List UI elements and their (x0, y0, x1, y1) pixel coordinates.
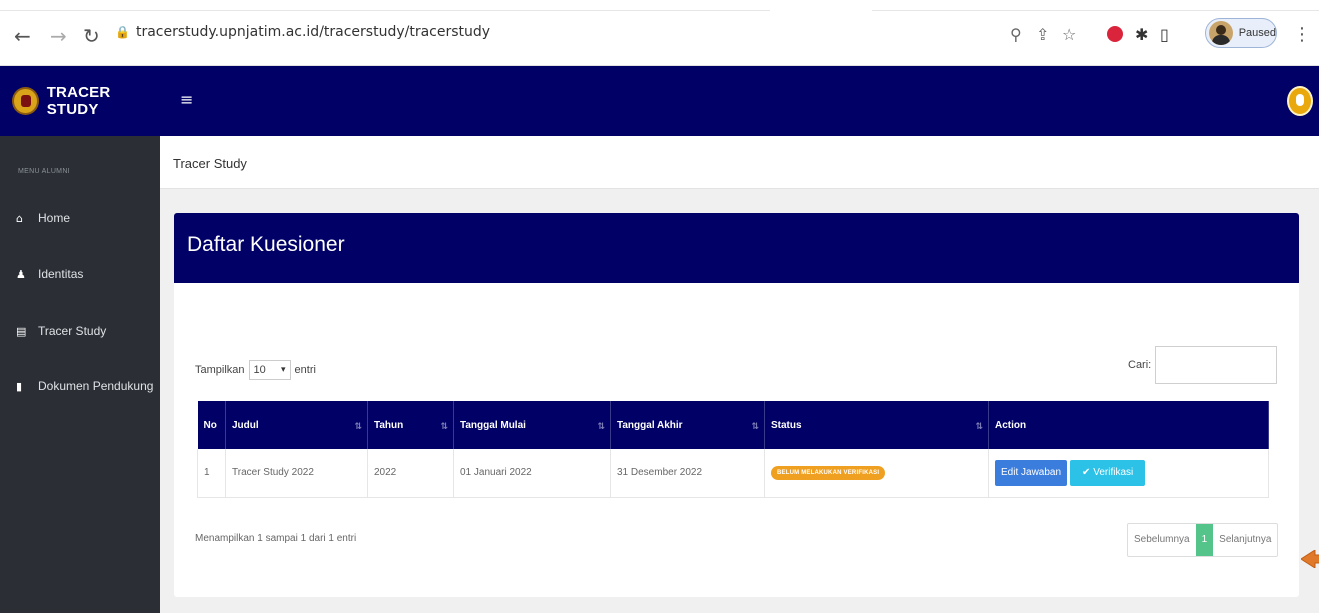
sidebar-item-label: Tracer Study (38, 324, 107, 338)
brand[interactable]: TRACER STUDY (0, 66, 160, 136)
sidebar-item-dokumen-pendukung[interactable]: ▮ Dokumen Pendukung (16, 379, 153, 393)
forward-icon[interactable]: → (50, 26, 67, 46)
sort-icon: ⇅ (440, 422, 448, 432)
sidebar-menu-header: MENU ALUMNI (18, 168, 70, 175)
show-entries: Tampilkan 10 ▾ entri (195, 360, 316, 380)
app-header: TRACER STUDY ≡ (0, 66, 1319, 136)
search-input[interactable] (1155, 346, 1278, 384)
sidebar-item-tracer-study[interactable]: ▤ Tracer Study (16, 324, 106, 338)
edit-answer-button[interactable]: Edit Jawaban (995, 459, 1068, 486)
entries-per-page-value: 10 (253, 364, 266, 376)
pagination-page-1[interactable]: 1 (1195, 524, 1214, 556)
profile-button[interactable]: Paused (1205, 18, 1277, 48)
table-header-row: No Judul ⇅ Tahun ⇅ Tanggal Mulai ⇅ Tanggal … (197, 401, 1269, 449)
pagination-next[interactable]: Selanjutnya (1213, 524, 1277, 556)
sort-icon: ⇅ (975, 422, 983, 432)
card-title: Daftar Kuesioner (187, 233, 345, 256)
profile-avatar (1209, 21, 1233, 45)
book-icon: ▮ (16, 379, 23, 393)
verify-button-label: Verifikasi (1093, 466, 1134, 478)
cell-judul: Tracer Study 2022 (225, 449, 368, 498)
column-header-tahun[interactable]: Tahun ⇅ (367, 401, 454, 449)
pagination-previous[interactable]: Sebelumnya (1128, 524, 1196, 556)
breadcrumb-bar: Tracer Study (160, 136, 1319, 189)
check-icon: ✔ (1082, 466, 1094, 478)
cell-status: BELUM MELAKUKAN VERIFIKASI (764, 449, 989, 498)
share-icon[interactable]: ⇪ (1036, 26, 1049, 44)
status-badge: BELUM MELAKUKAN VERIFIKASI (771, 465, 886, 480)
tab-strip-divider (0, 10, 1319, 11)
column-header-judul[interactable]: Judul ⇅ (225, 401, 368, 449)
show-entries-prefix: Tampilkan (195, 364, 245, 376)
reload-icon[interactable]: ↻ (83, 26, 100, 46)
table-info: Menampilkan 1 sampai 1 dari 1 entri (195, 533, 357, 544)
extension-stop-icon[interactable] (1107, 26, 1123, 42)
questionnaire-card: Daftar Kuesioner Tampilkan 10 ▾ entri Ca… (174, 213, 1319, 597)
sidebar-item-label: Home (38, 211, 71, 225)
user-icon: ♟ (16, 267, 26, 281)
card-header: Daftar Kuesioner (174, 213, 1299, 283)
hamburger-menu-icon[interactable]: ≡ (180, 90, 193, 109)
app-title: TRACER STUDY (46, 84, 111, 118)
browser-menu-icon[interactable]: ⋮ (1293, 24, 1311, 45)
url-text: tracerstudy.upnjatim.ac.id/tracerstudy/t… (135, 24, 491, 40)
sidebar-item-identitas[interactable]: ♟ Identitas (16, 267, 83, 281)
main-content: Tracer Study Daftar Kuesioner Tampilkan … (160, 136, 1319, 613)
home-icon: ⌂ (16, 211, 23, 225)
browser-toolbar: ← → ↻ 🔒 tracerstudy.upnjatim.ac.id/tracer… (0, 0, 1319, 66)
side-panel-icon[interactable]: ▯ (1160, 26, 1169, 44)
cell-action: Edit Jawaban ✔ Verifikasi (988, 449, 1269, 498)
pagination: Sebelumnya 1 Selanjutnya (1127, 523, 1279, 557)
sort-icon: ⇅ (597, 422, 605, 432)
cell-tahun: 2022 (367, 449, 454, 498)
column-header-tanggal-mulai[interactable]: Tanggal Mulai ⇅ (453, 401, 611, 449)
zoom-icon[interactable]: ⚲ (1010, 26, 1022, 44)
lock-icon: 🔒 (115, 25, 130, 39)
active-tab-gap (770, 9, 872, 12)
cell-tanggal-mulai: 01 Januari 2022 (453, 449, 611, 498)
chevron-down-icon: ▾ (281, 365, 286, 375)
address-bar[interactable]: 🔒 tracerstudy.upnjatim.ac.id/tracerstudy/… (115, 24, 490, 40)
sidebar-item-label: Identitas (38, 267, 84, 281)
back-icon[interactable]: ← (14, 26, 31, 46)
column-header-action: Action (988, 401, 1269, 449)
questionnaire-table: No Judul ⇅ Tahun ⇅ Tanggal Mulai ⇅ Tanggal … (197, 401, 1269, 498)
profile-status: Paused (1238, 27, 1276, 39)
extensions-puzzle-icon[interactable]: ✱ (1135, 26, 1148, 44)
user-avatar-icon[interactable] (1287, 86, 1313, 116)
cell-no: 1 (197, 449, 226, 498)
search-label: Cari: (1128, 359, 1152, 371)
column-header-status[interactable]: Status ⇅ (764, 401, 989, 449)
university-logo-icon (12, 87, 39, 115)
bookmark-star-icon[interactable]: ☆ (1062, 26, 1076, 44)
document-icon: ▤ (16, 324, 27, 338)
show-entries-suffix: entri (294, 364, 316, 376)
sort-icon: ⇅ (751, 422, 759, 432)
verify-button[interactable]: ✔ Verifikasi (1070, 459, 1146, 486)
annotation-arrow-icon (1301, 550, 1319, 568)
sidebar-item-label: Dokumen Pendukung (38, 379, 154, 393)
table-row: 1 Tracer Study 2022 2022 01 Januari 2022… (197, 449, 1269, 498)
cell-tanggal-akhir: 31 Desember 2022 (610, 449, 765, 498)
sort-icon: ⇅ (354, 422, 362, 432)
sidebar: MENU ALUMNI ⌂ Home ♟ Identitas ▤ Tracer Stu… (0, 136, 160, 613)
table-search: Cari: (1128, 346, 1278, 384)
column-header-tanggal-akhir[interactable]: Tanggal Akhir ⇅ (610, 401, 765, 449)
sidebar-item-home[interactable]: ⌂ Home (16, 211, 70, 225)
column-header-no[interactable]: No (197, 401, 226, 449)
entries-per-page-select[interactable]: 10 ▾ (248, 360, 291, 380)
breadcrumb: Tracer Study (173, 156, 247, 171)
